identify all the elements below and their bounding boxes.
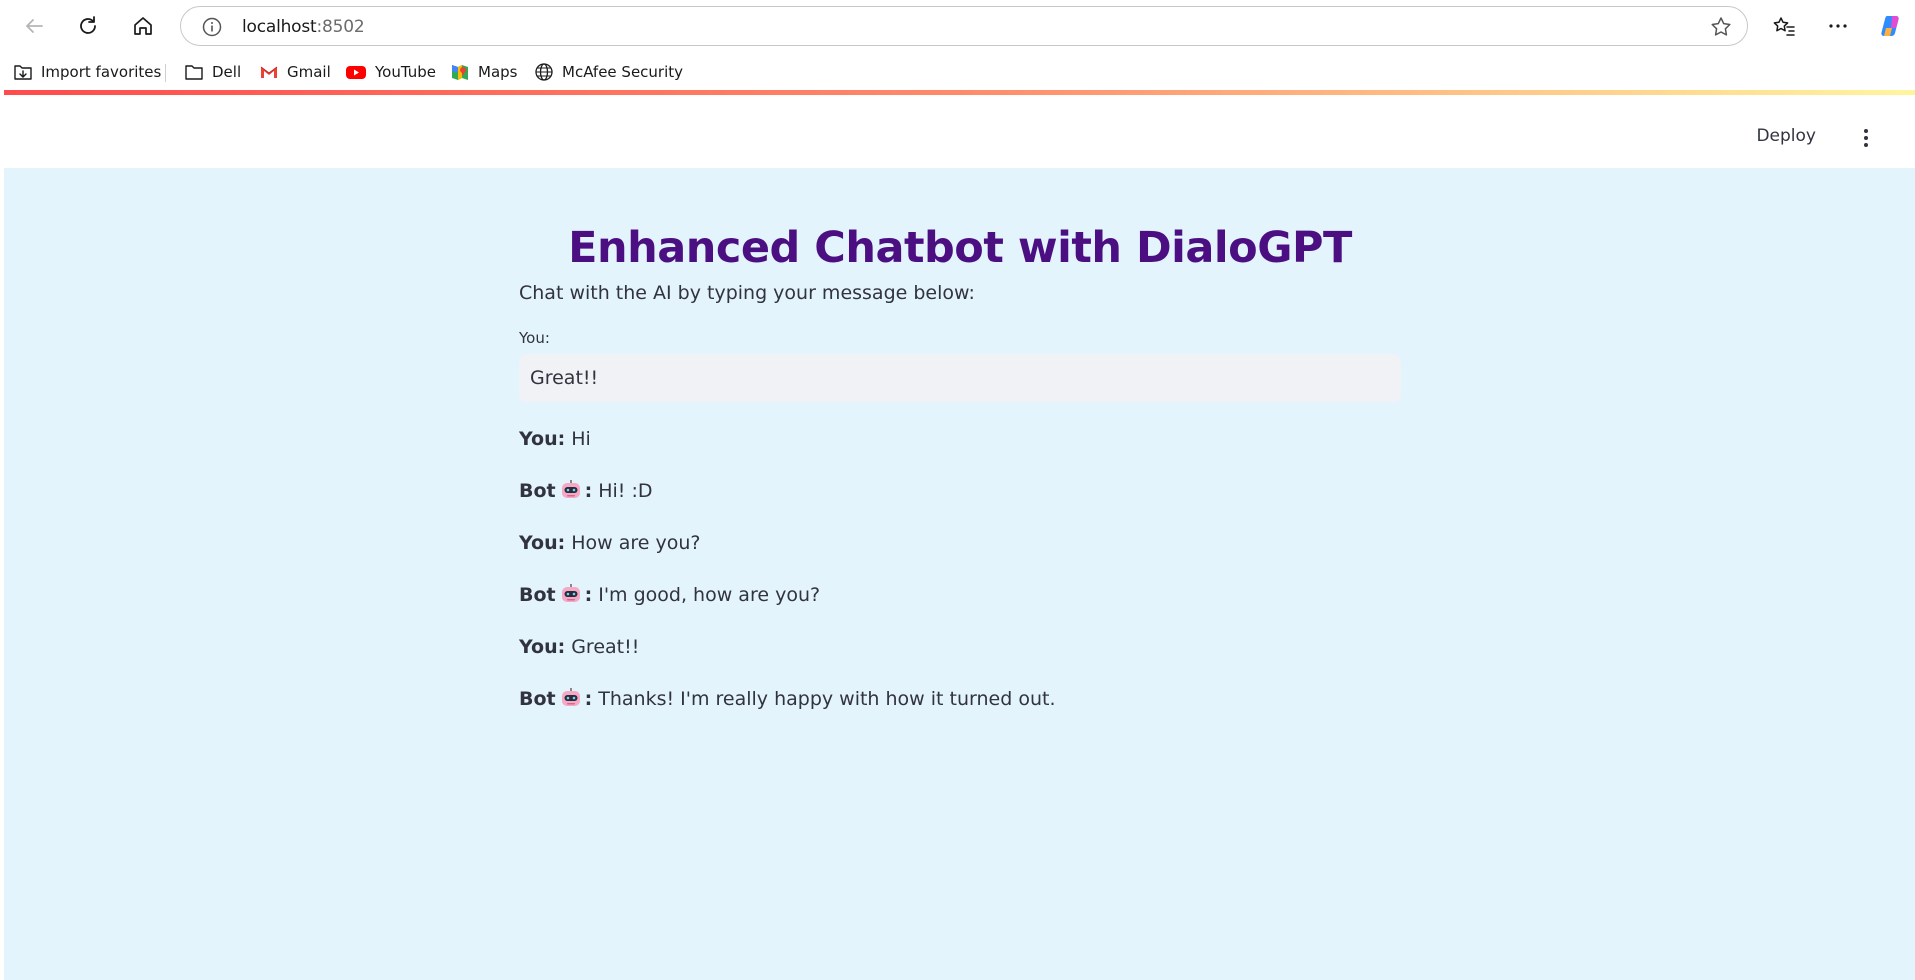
home-button[interactable]: [125, 8, 161, 44]
robot-icon: [561, 688, 580, 706]
message-text: Hi! :D: [598, 480, 653, 502]
page-subtitle: Chat with the AI by typing your message …: [519, 282, 975, 304]
bookmark-youtube[interactable]: YouTube: [345, 60, 436, 84]
home-icon: [134, 17, 152, 35]
bookmark-label: YouTube: [375, 63, 436, 81]
speaker-label: Bot: [519, 688, 556, 710]
bookmark-separator: [165, 64, 166, 82]
bookmark-label: Import favorites: [41, 63, 162, 81]
address-bar[interactable]: localhost:8502: [180, 6, 1748, 46]
colon: :: [584, 688, 593, 710]
message-text: I'm good, how are you?: [598, 584, 821, 606]
bookmark-maps[interactable]: Maps: [450, 60, 517, 84]
refresh-button[interactable]: [70, 8, 106, 44]
more-options-button[interactable]: [1820, 8, 1856, 44]
message-text: How are you?: [571, 532, 701, 554]
back-button[interactable]: [16, 8, 52, 44]
favorites-list-icon: [1773, 17, 1795, 36]
browser-toolbar: localhost:8502: [0, 0, 1915, 52]
chat-message-user: You: Great!!: [519, 636, 1401, 688]
main-menu-kebab-icon[interactable]: [1856, 126, 1876, 150]
site-info-icon[interactable]: [201, 16, 223, 38]
deploy-button[interactable]: Deploy: [1756, 126, 1816, 146]
gmail-icon: [260, 66, 278, 78]
app-header: Deploy: [4, 95, 1915, 168]
speaker-label: Bot: [519, 584, 556, 606]
import-favorites-icon: [14, 65, 32, 80]
ellipsis-icon: [1829, 24, 1847, 28]
message-text: Thanks! I'm really happy with how it tur…: [598, 688, 1056, 710]
bookmark-label: McAfee Security: [562, 63, 684, 81]
bookmark-dell[interactable]: Dell: [184, 60, 241, 84]
bookmark-label: Maps: [478, 63, 518, 81]
chat-message-bot: Bot : Thanks! I'm really happy with how i…: [519, 688, 1401, 740]
message-input-label: You:: [519, 329, 550, 347]
message-text: Great!!: [571, 636, 640, 658]
chat-message-user: You: How are you?: [519, 532, 1401, 584]
folder-icon: [185, 65, 203, 80]
back-arrow-icon: [26, 19, 43, 33]
speaker-label: You:: [519, 532, 566, 554]
speaker-label: You:: [519, 636, 566, 658]
url-text: localhost:8502: [242, 17, 365, 37]
copilot-icon: [1881, 16, 1899, 36]
copilot-button[interactable]: [1873, 8, 1909, 44]
chat-message-user: You: Hi: [519, 428, 1401, 480]
bookmark-label: Gmail: [287, 63, 331, 81]
chat-message-bot: Bot : Hi! :D: [519, 480, 1401, 532]
chat-message-bot: Bot : I'm good, how are you?: [519, 584, 1401, 636]
bookmark-mcafee-security[interactable]: McAfee Security: [534, 60, 683, 84]
youtube-icon: [346, 66, 366, 79]
globe-icon: [535, 63, 553, 81]
favorite-star-icon[interactable]: [1709, 15, 1733, 39]
bookmarks-bar: Import favorites Dell Gmail YouTube Maps…: [0, 52, 1915, 90]
speaker-label: You:: [519, 428, 566, 450]
bookmark-gmail[interactable]: Gmail: [259, 60, 331, 84]
speaker-label: Bot: [519, 480, 556, 502]
message-text: Hi: [571, 428, 591, 450]
bookmark-import-favorites[interactable]: Import favorites: [13, 60, 161, 84]
page-title: Enhanced Chatbot with DialoGPT: [568, 223, 1352, 273]
page-viewport: Deploy Enhanced Chatbot with DialoGPT Ch…: [4, 90, 1915, 980]
colon: :: [584, 584, 593, 606]
chat-history: You: Hi Bot : Hi! :D You: How are you? Bot …: [519, 428, 1401, 740]
robot-icon: [561, 480, 580, 498]
robot-icon: [561, 584, 580, 602]
message-input[interactable]: [519, 354, 1401, 402]
favorites-button[interactable]: [1766, 8, 1802, 44]
colon: :: [584, 480, 593, 502]
bookmark-label: Dell: [212, 63, 242, 81]
refresh-icon: [80, 16, 96, 34]
maps-icon: [452, 65, 468, 80]
